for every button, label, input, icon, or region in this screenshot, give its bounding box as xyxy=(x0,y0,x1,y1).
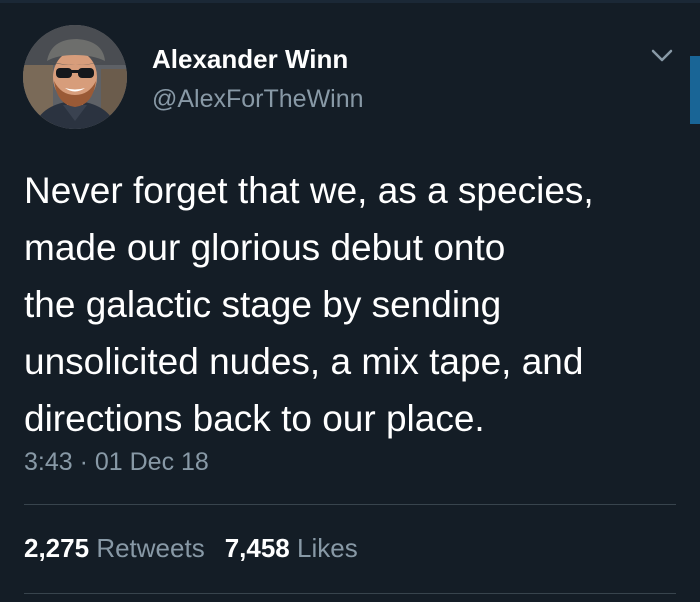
tweet-text-line: made our glorious debut onto xyxy=(24,227,506,268)
engagement-stats: 2,275 Retweets 7,458 Likes xyxy=(24,533,358,563)
tweet-card: Alexander Winn @AlexForTheWinn Never for… xyxy=(0,0,700,602)
scroll-indicator xyxy=(690,56,700,124)
divider xyxy=(24,593,676,594)
avatar[interactable] xyxy=(23,25,127,129)
likes-stat[interactable]: 7,458 Likes xyxy=(225,533,358,563)
tweet-text-line: unsolicited nudes, a mix tape, and xyxy=(24,341,584,382)
profile-photo-icon xyxy=(23,25,127,129)
author-handle[interactable]: @AlexForTheWinn xyxy=(152,84,364,114)
timestamp[interactable]: 3:43 · 01 Dec 18 xyxy=(24,447,209,477)
tweet-text-line: Never forget that we, as a species, xyxy=(24,170,594,211)
tweet-text: Never forget that we, as a species, made… xyxy=(24,162,689,447)
tweet-text-line: the galactic stage by sending xyxy=(24,284,502,325)
likes-count: 7,458 xyxy=(224,533,290,563)
retweets-label: Retweets xyxy=(96,533,205,563)
chevron-down-icon[interactable] xyxy=(650,46,674,66)
likes-label: Likes xyxy=(297,533,358,563)
retweets-count: 2,275 xyxy=(24,533,90,563)
tweet-text-line: directions back to our place. xyxy=(24,398,485,439)
author-name[interactable]: Alexander Winn xyxy=(152,44,348,74)
divider xyxy=(24,504,676,505)
retweets-stat[interactable]: 2,275 Retweets xyxy=(24,533,205,563)
top-divider xyxy=(0,0,700,3)
